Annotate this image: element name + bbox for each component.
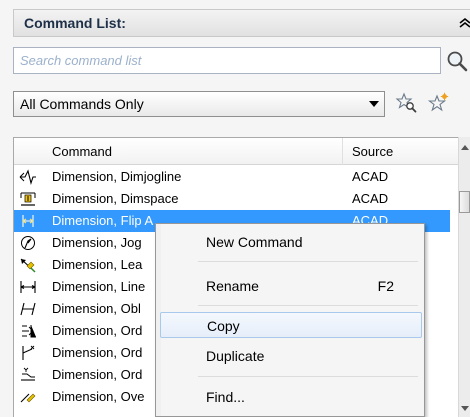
chevron-down-icon[interactable] [369, 101, 379, 107]
leader-icon [20, 258, 36, 273]
menu-item-copy[interactable]: Copy [160, 312, 422, 338]
menu-item-rename[interactable]: Rename F2 [160, 273, 422, 299]
menu-item-new-command[interactable]: New Command [160, 229, 422, 255]
jog-icon [21, 236, 35, 250]
flip-arrow-icon [22, 215, 34, 227]
scroll-thumb[interactable] [459, 191, 470, 213]
search-box[interactable] [13, 47, 441, 74]
oblique-icon [20, 302, 36, 316]
scroll-up-icon[interactable] [461, 145, 469, 150]
ordinate-icon [22, 325, 36, 338]
column-header: Command Source [14, 138, 459, 165]
search-icon[interactable] [446, 50, 468, 72]
context-menu: New Command Rename F2 Copy Duplicate Fin… [155, 223, 425, 417]
panel-header: Command List: [13, 9, 470, 37]
override-icon [20, 393, 36, 403]
menu-item-find[interactable]: Find... [160, 384, 422, 410]
dimspace-icon [20, 192, 36, 206]
column-divider[interactable] [342, 138, 343, 165]
menu-separator [198, 376, 418, 377]
command-list-panel: Command List: All Commands Only Command … [0, 0, 470, 417]
vertical-scrollbar[interactable] [458, 137, 470, 417]
scroll-down-icon[interactable] [461, 406, 469, 411]
linear-icon [20, 281, 36, 293]
menu-item-duplicate[interactable]: Duplicate [160, 343, 422, 369]
menu-separator [198, 261, 418, 262]
search-input[interactable] [14, 48, 440, 73]
filter-selected-value: All Commands Only [20, 96, 144, 112]
filter-dropdown[interactable]: All Commands Only [13, 91, 385, 117]
menu-separator [198, 305, 418, 306]
collapse-icon[interactable] [458, 16, 470, 30]
find-favorite-icon[interactable] [395, 92, 417, 114]
column-header-command[interactable]: Command [52, 144, 112, 159]
panel-title: Command List: [24, 15, 126, 31]
ordinate-y-icon [21, 367, 35, 381]
table-row[interactable]: Dimension, Dimjogline ACAD [14, 166, 450, 188]
ordinate-x-icon [22, 345, 35, 360]
table-row[interactable]: Dimension, Dimspace ACAD [14, 188, 450, 210]
new-star-icon[interactable] [426, 92, 450, 114]
dimjogline-icon [19, 169, 36, 185]
column-header-source[interactable]: Source [352, 144, 393, 159]
